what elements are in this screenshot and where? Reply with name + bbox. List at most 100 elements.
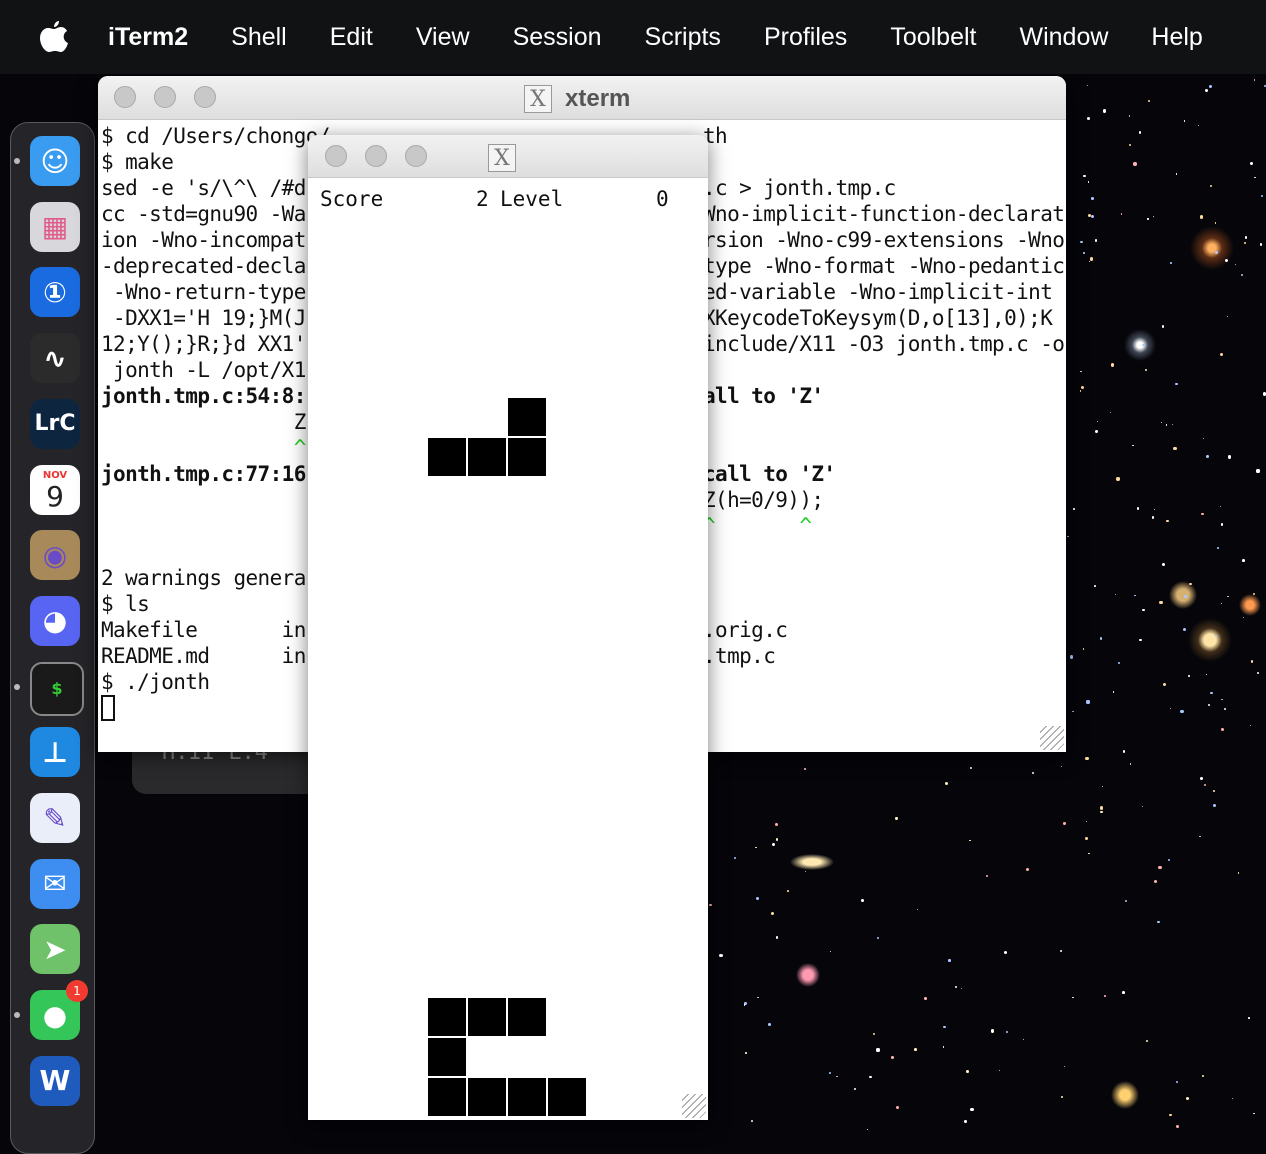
star xyxy=(1141,805,1144,808)
finder-icon[interactable]: ☺ xyxy=(30,136,80,186)
star xyxy=(1250,161,1254,165)
menu-help[interactable]: Help xyxy=(1151,23,1202,52)
star xyxy=(1259,243,1263,246)
tetris-board[interactable] xyxy=(308,135,708,1120)
star xyxy=(1182,627,1186,631)
star xyxy=(1120,213,1123,215)
apple-menu-icon[interactable] xyxy=(0,20,108,54)
contacts-glyph: ◉ xyxy=(42,538,68,572)
star xyxy=(1123,750,1126,753)
star xyxy=(1220,505,1222,508)
keynote-icon[interactable]: ⊥ xyxy=(30,727,80,778)
menu-session[interactable]: Session xyxy=(513,23,602,52)
star xyxy=(1214,222,1216,224)
star xyxy=(1069,655,1074,659)
calendar-icon[interactable]: NOV 9 xyxy=(30,464,80,515)
star xyxy=(1247,1017,1250,1020)
star xyxy=(1242,559,1245,562)
terminal-line-tail: ed-variable -Wno-implicit-int xyxy=(703,280,1053,304)
star xyxy=(1254,79,1256,81)
star xyxy=(1202,437,1205,440)
activity-monitor-icon[interactable]: ∿ xyxy=(30,333,80,384)
menu-view[interactable]: View xyxy=(416,23,470,52)
star xyxy=(1252,592,1255,595)
resize-grip-icon[interactable] xyxy=(1040,726,1064,750)
star xyxy=(1059,949,1062,953)
star xyxy=(1110,411,1112,413)
stacked-block xyxy=(468,1078,506,1116)
messages-icon[interactable]: ● 1 xyxy=(30,980,88,1041)
maps-icon[interactable]: ➤ xyxy=(30,924,80,975)
star xyxy=(1117,661,1121,664)
star xyxy=(786,890,789,892)
xterm-titlebar[interactable]: X xterm xyxy=(98,76,1066,120)
star xyxy=(1084,836,1089,841)
terminal-line-text: -Wno-return-type xyxy=(101,280,306,304)
launchpad-icon[interactable]: ▦ xyxy=(30,201,80,252)
star xyxy=(1099,637,1103,640)
menu-window[interactable]: Window xyxy=(1019,23,1108,52)
resize-grip-icon[interactable] xyxy=(682,1094,706,1118)
menu-edit[interactable]: Edit xyxy=(330,23,373,52)
star xyxy=(1171,423,1174,426)
star xyxy=(1158,866,1162,870)
star xyxy=(1176,1124,1180,1128)
star xyxy=(1142,608,1145,611)
notification-badge: 1 xyxy=(66,980,88,1003)
word-icon[interactable]: W xyxy=(30,1055,80,1106)
star xyxy=(1183,120,1186,123)
star xyxy=(1161,325,1165,328)
star xyxy=(1173,446,1177,451)
1password-icon[interactable]: ① xyxy=(30,267,80,318)
close-button[interactable] xyxy=(114,86,136,108)
terminal-line-tail: .tmp.c xyxy=(703,644,776,668)
zoom-button[interactable] xyxy=(194,86,216,108)
star xyxy=(1256,469,1260,473)
star xyxy=(1072,996,1074,999)
star xyxy=(1133,162,1137,166)
tetris-window[interactable]: X Score 2 Level 0 xyxy=(308,135,708,1120)
star xyxy=(1060,1095,1064,1099)
menu-app-name[interactable]: iTerm2 xyxy=(108,23,188,52)
minimize-button[interactable] xyxy=(154,86,176,108)
preview-pencil-icon[interactable]: ✎ xyxy=(30,793,80,843)
star xyxy=(860,899,864,902)
star xyxy=(709,904,712,907)
star xyxy=(1180,709,1184,713)
terminal-line-text: $ ls xyxy=(101,592,150,616)
stacked-block xyxy=(428,998,466,1036)
star xyxy=(1022,1038,1024,1040)
star xyxy=(774,822,779,827)
star xyxy=(960,988,962,990)
contacts-icon[interactable]: ◉ xyxy=(30,530,80,581)
star xyxy=(1237,872,1240,874)
lightroom-classic-icon[interactable]: LrC xyxy=(30,398,80,449)
star xyxy=(1113,691,1115,693)
star xyxy=(1025,867,1029,872)
star xyxy=(1223,707,1227,711)
terminal-line-text: 12;Y();}R;}d XX1' xyxy=(101,332,306,356)
star xyxy=(1201,1075,1204,1078)
menu-profiles[interactable]: Profiles xyxy=(764,23,847,52)
terminal-line-text: ion -Wno-incompat xyxy=(101,228,306,252)
menu-scripts[interactable]: Scripts xyxy=(645,23,721,52)
star xyxy=(1067,535,1070,538)
star xyxy=(1199,215,1203,219)
stacked-block xyxy=(428,1078,466,1116)
terminal-line-tail: .orig.c xyxy=(703,618,788,642)
menu-shell[interactable]: Shell xyxy=(231,23,287,52)
star xyxy=(1091,215,1095,219)
star xyxy=(1175,1081,1178,1084)
menu-toolbelt[interactable]: Toolbelt xyxy=(890,23,976,52)
star xyxy=(1082,648,1085,650)
star xyxy=(1169,1113,1172,1117)
star xyxy=(1083,252,1085,254)
star xyxy=(1148,99,1151,103)
terminal-icon[interactable]: $ xyxy=(30,661,84,716)
star xyxy=(1080,370,1082,372)
discord-icon[interactable]: ◕ xyxy=(30,595,80,646)
mail-icon[interactable]: ✉ xyxy=(30,858,80,909)
launchpad-glyph: ▦ xyxy=(41,210,69,244)
stacked-block xyxy=(508,998,546,1036)
star xyxy=(1004,951,1008,955)
